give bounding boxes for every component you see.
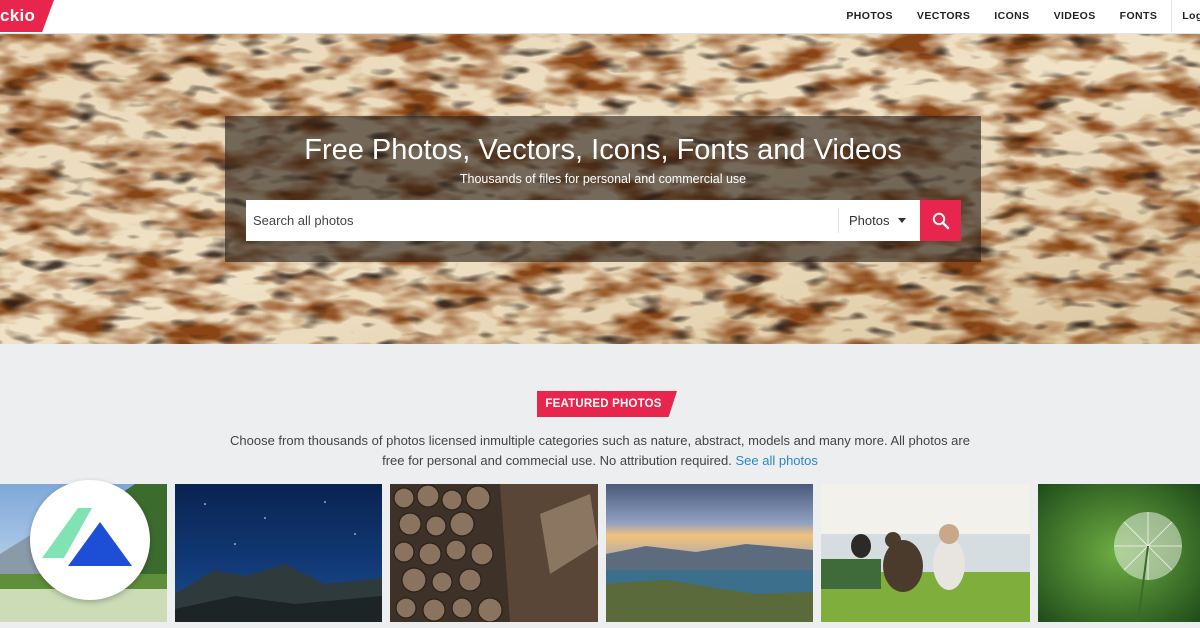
- thumbnail-stacked-logs[interactable]: [390, 484, 598, 622]
- featured-photos-section: FEATURED PHOTOS Choose from thousands of…: [0, 344, 1200, 628]
- featured-description-text: Choose from thousands of photos licensed…: [230, 433, 970, 468]
- hero-subtitle: Thousands of files for personal and comm…: [459, 172, 747, 186]
- nav-photos-link[interactable]: PHOTOS: [846, 10, 893, 22]
- thumbnail-night-sky-mountain[interactable]: [175, 484, 382, 622]
- nav-fonts-link[interactable]: FONTS: [1120, 10, 1158, 22]
- nav-icons-link[interactable]: ICONS: [994, 10, 1029, 22]
- featured-thumbnails: [0, 484, 1200, 622]
- stacked-logs-image: [390, 484, 598, 622]
- thumbnail-dandelion[interactable]: [1038, 484, 1200, 622]
- top-navigation-bar: ckio PHOTOS VECTORS ICONS VIDEOS FONTS L…: [0, 0, 1200, 34]
- nav-videos-link[interactable]: VIDEOS: [1054, 10, 1096, 22]
- dandelion-image: [1038, 484, 1200, 622]
- thumbnail-lake-sunset[interactable]: [606, 484, 813, 622]
- logo-text: ckio: [0, 6, 36, 25]
- search-icon: [932, 212, 949, 229]
- hero-banner: Free Photos, Vectors, Icons, Fonts and V…: [0, 34, 1200, 344]
- featured-description: Choose from thousands of photos licensed…: [220, 431, 980, 471]
- nav-vectors-link[interactable]: VECTORS: [917, 10, 970, 22]
- thumbnail-dog-and-girl[interactable]: [821, 484, 1030, 622]
- login-link[interactable]: Logi: [1182, 10, 1200, 22]
- featured-badge-label: FEATURED PHOTOS: [545, 398, 662, 410]
- category-selected-label: Photos: [849, 213, 890, 228]
- brand-mountain-icon: [42, 508, 132, 566]
- search-button[interactable]: [920, 200, 961, 241]
- main-nav: PHOTOS VECTORS ICONS VIDEOS FONTS Logi: [822, 0, 1200, 32]
- site-logo[interactable]: ckio: [0, 0, 54, 32]
- caret-down-icon: [898, 218, 907, 223]
- category-dropdown[interactable]: Photos: [839, 200, 920, 241]
- lake-sunset-image: [606, 484, 813, 622]
- hero-search-panel: Free Photos, Vectors, Icons, Fonts and V…: [225, 116, 981, 262]
- brand-logo-badge: [30, 480, 150, 600]
- hero-title: Free Photos, Vectors, Icons, Fonts and V…: [304, 134, 902, 166]
- night-sky-image: [175, 484, 382, 622]
- search-input[interactable]: [246, 200, 838, 241]
- dog-and-girl-image: [821, 484, 1030, 622]
- see-all-photos-link[interactable]: See all photos: [735, 453, 817, 468]
- nav-divider: [1171, 0, 1173, 32]
- search-bar: Photos: [246, 200, 961, 241]
- featured-photos-badge: FEATURED PHOTOS: [537, 391, 677, 417]
